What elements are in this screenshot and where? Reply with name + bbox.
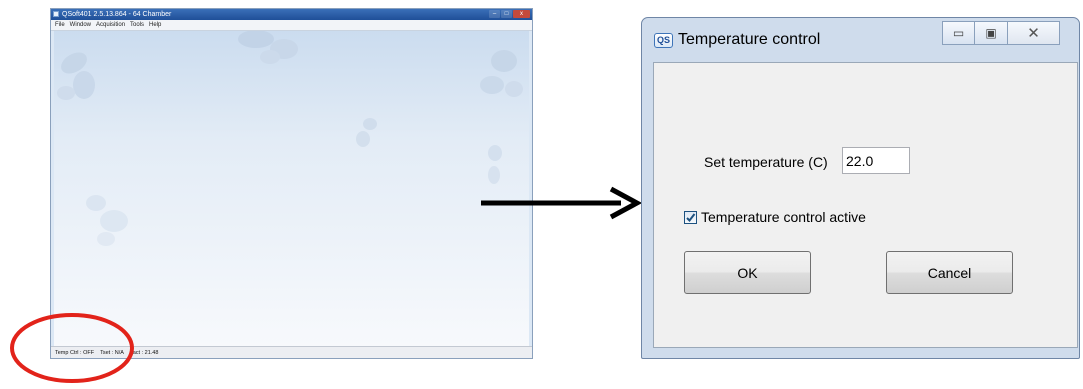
main-app-window: QSoft401 2.5.13.864 - 64 Chamber – □ x F… [50,8,533,359]
decorative-blob-icon [238,31,298,64]
main-window-controls: – □ x [489,10,530,18]
dialog-client-area: Set temperature (C) Temperature control … [653,62,1078,348]
annotation-circle [10,313,134,383]
menu-item-help[interactable]: Help [149,22,161,28]
close-icon[interactable]: x [513,10,530,18]
checkmark-icon [686,212,696,222]
temperature-control-active-checkbox-row[interactable]: Temperature control active [684,209,866,225]
decorative-blob-icon [480,50,523,97]
maximize-icon[interactable]: ▣ [975,21,1008,45]
decorative-blob-icon [86,195,128,246]
ok-button[interactable]: OK [684,251,811,294]
dialog-window-controls: ▭ ▣ ✕ [942,21,1060,45]
set-temperature-label: Set temperature (C) [704,154,828,170]
mdi-client-area [54,31,529,346]
temperature-control-active-label: Temperature control active [701,209,866,225]
close-icon[interactable]: ✕ [1008,21,1060,45]
menu-item-window[interactable]: Window [70,22,91,28]
maximize-icon[interactable]: □ [501,10,512,18]
dialog-title: Temperature control [678,31,821,48]
menu-bar: File Window Acquisition Tools Help [51,20,532,31]
decorative-blob-icon [488,145,502,184]
temperature-control-dialog: QS Temperature control ▭ ▣ ✕ Set tempera… [641,17,1080,359]
menu-item-tools[interactable]: Tools [130,22,144,28]
arrow-right-icon [481,186,641,220]
app-icon [53,11,59,17]
decorative-blob-icon [356,118,377,147]
set-temperature-input[interactable] [842,147,910,174]
main-title-bar[interactable]: QSoft401 2.5.13.864 - 64 Chamber – □ x [51,9,532,20]
main-window-title: QSoft401 2.5.13.864 - 64 Chamber [62,11,172,18]
menu-item-file[interactable]: File [55,22,65,28]
temperature-control-active-checkbox[interactable] [684,210,697,224]
minimize-icon[interactable]: ▭ [942,21,975,45]
decorative-blob-icon [57,52,95,100]
menu-item-acquisition[interactable]: Acquisition [96,22,125,28]
cancel-button[interactable]: Cancel [886,251,1013,294]
qs-app-icon: QS [654,33,673,48]
minimize-icon[interactable]: – [489,10,500,18]
